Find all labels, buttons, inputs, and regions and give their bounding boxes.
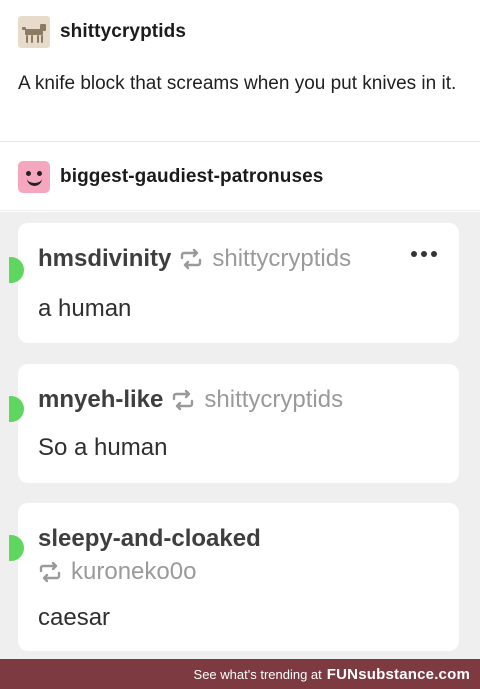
online-status-dot [9,257,24,283]
reblog-icon [38,561,62,583]
comment-source[interactable]: shittycryptids [212,245,351,273]
cryptid-avatar[interactable] [18,16,50,48]
comment-header: hmsdivinity shittycryptids [38,245,351,273]
comment-card: sleepy-and-cloaked kuroneko0o caesar [9,503,459,651]
comment-text: a human [38,295,132,322]
more-options-icon[interactable] [411,251,437,257]
footer-banner[interactable]: See what's trending at FUNsubstance.com [0,659,480,689]
reblogger-header: biggest-gaudiest-patronuses [0,143,480,211]
post-body: A knife block that screams when you put … [18,73,457,94]
reblogger-name[interactable]: biggest-gaudiest-patronuses [60,166,323,188]
comments-list: hmsdivinity shittycryptids a human mnyeh… [0,212,480,659]
comment-source[interactable]: kuroneko0o [71,558,196,586]
comment-header: mnyeh-like shittycryptids [38,386,343,414]
online-status-dot [9,396,24,422]
comment-source[interactable]: shittycryptids [204,386,343,414]
comment-header: sleepy-and-cloaked [38,525,261,553]
footer-brand[interactable]: FUNsubstance.com [327,666,470,683]
reblogger-row[interactable]: biggest-gaudiest-patronuses [18,161,323,193]
comment-author[interactable]: sleepy-and-cloaked [38,525,261,553]
reblog-icon [171,389,195,411]
comment-card: hmsdivinity shittycryptids a human [9,223,459,343]
patronus-avatar[interactable] [18,161,50,193]
online-status-dot [9,535,24,561]
comment-author[interactable]: hmsdivinity [38,245,171,273]
comment-source-row: kuroneko0o [38,558,196,586]
comment-text: So a human [38,434,168,461]
original-post: shittycryptids A knife block that scream… [0,0,480,142]
comment-author[interactable]: mnyeh-like [38,386,163,414]
comment-card: mnyeh-like shittycryptids So a human [9,364,459,483]
comment-text: caesar [38,604,111,631]
reblog-icon [179,248,203,270]
post-author-row[interactable]: shittycryptids [18,16,186,48]
post-author-name[interactable]: shittycryptids [60,21,186,43]
footer-prefix: See what's trending at [193,666,322,682]
